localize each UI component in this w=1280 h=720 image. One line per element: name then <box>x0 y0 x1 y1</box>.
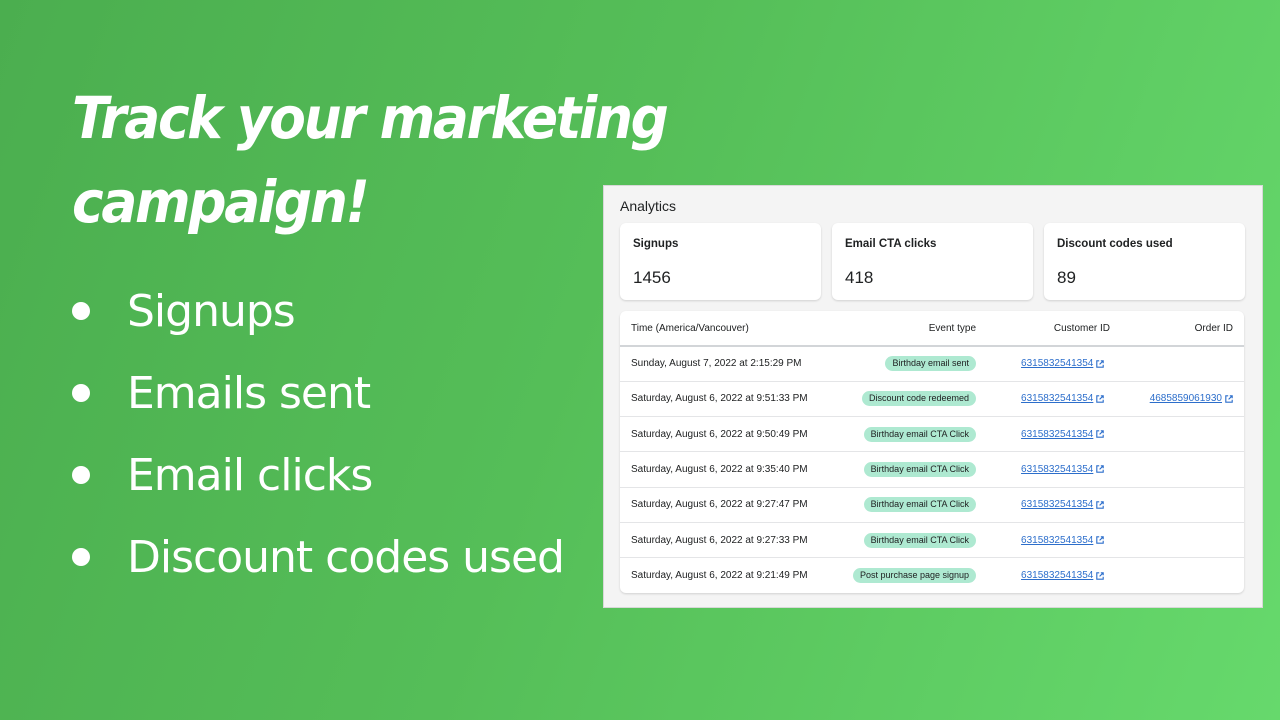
stat-label: Email CTA clicks <box>845 238 937 250</box>
headline-line-1: Track your marketing <box>72 84 669 152</box>
event-time: Saturday, August 6, 2022 at 9:50:49 PM <box>631 428 808 440</box>
feature-item: Discount codes used <box>72 516 565 598</box>
external-link-icon[interactable] <box>1096 571 1105 580</box>
stat-card-email-cta-clicks: Email CTA clicks 418 <box>832 223 1033 300</box>
table-row: Saturday, August 6, 2022 at 9:27:33 PM B… <box>620 522 1244 558</box>
table-row: Saturday, August 6, 2022 at 9:51:33 PM D… <box>620 381 1244 417</box>
table-row: Saturday, August 6, 2022 at 9:21:49 PM P… <box>620 558 1244 593</box>
header-order-id[interactable]: Order ID <box>1122 311 1244 346</box>
customer-id-link[interactable]: 6315832541354 <box>1021 393 1093 404</box>
feature-list: Signups Emails sent Email clicks Discoun… <box>72 270 565 598</box>
events-table: Time (America/Vancouver) Event type Cust… <box>620 311 1244 593</box>
event-time: Saturday, August 6, 2022 at 9:21:49 PM <box>631 570 808 582</box>
feature-item: Signups <box>72 270 564 352</box>
event-type-badge: Discount code redeemed <box>861 391 977 407</box>
customer-id-link[interactable]: 6315832541354 <box>1021 429 1093 440</box>
analytics-panel: Analytics Signups 1456 Email CTA clicks … <box>603 185 1263 608</box>
table-row: Sunday, August 7, 2022 at 2:15:29 PM Bir… <box>620 346 1244 382</box>
stat-value: 418 <box>845 268 874 287</box>
external-link-icon[interactable] <box>1096 359 1105 368</box>
stat-value: 1456 <box>633 268 671 287</box>
header-time[interactable]: Time (America/Vancouver) <box>620 311 842 346</box>
event-time: Saturday, August 6, 2022 at 9:51:33 PM <box>631 393 808 405</box>
event-type-badge: Birthday email sent <box>885 356 977 372</box>
headline: Track your marketing campaign! <box>72 76 669 244</box>
event-time: Saturday, August 6, 2022 at 9:27:33 PM <box>631 534 808 546</box>
table-row: Saturday, August 6, 2022 at 9:50:49 PM B… <box>620 417 1244 452</box>
bullet-icon <box>72 466 90 484</box>
stat-label: Signups <box>633 238 679 250</box>
external-link-icon[interactable] <box>1096 536 1105 544</box>
customer-id-link[interactable]: 6315832541354 <box>1021 358 1093 369</box>
customer-id-link[interactable]: 6315832541354 <box>1021 535 1093 546</box>
event-time: Saturday, August 6, 2022 at 9:27:47 PM <box>631 499 808 511</box>
table-row: Saturday, August 6, 2022 at 9:35:40 PM B… <box>620 452 1244 488</box>
bullet-icon <box>72 548 90 566</box>
stat-label: Discount codes used <box>1057 238 1173 250</box>
event-type-badge: Post purchase page signup <box>852 568 977 584</box>
external-link-icon[interactable] <box>1096 395 1105 403</box>
analytics-title: Analytics <box>620 198 677 214</box>
order-id-link[interactable]: 4685859061930 <box>1150 393 1222 404</box>
customer-id-link[interactable]: 6315832541354 <box>1021 464 1093 475</box>
stat-value: 89 <box>1057 268 1076 287</box>
event-type-badge: Birthday email CTA Click <box>863 497 977 513</box>
event-type-badge: Birthday email CTA Click <box>863 532 977 548</box>
feature-item: Emails sent <box>72 352 564 434</box>
bullet-icon <box>72 302 90 320</box>
event-type-badge: Birthday email CTA Click <box>863 462 977 478</box>
stat-card-discount-codes: Discount codes used 89 <box>1044 223 1245 300</box>
external-link-icon[interactable] <box>1096 430 1105 438</box>
events-table-card: Time (America/Vancouver) Event type Cust… <box>620 311 1244 593</box>
feature-item: Email clicks <box>72 434 564 516</box>
table-row: Saturday, August 6, 2022 at 9:27:47 PM B… <box>620 487 1244 523</box>
event-time: Sunday, August 7, 2022 at 2:15:29 PM <box>631 358 802 370</box>
table-header-row: Time (America/Vancouver) Event type Cust… <box>620 311 1244 346</box>
event-time: Saturday, August 6, 2022 at 9:35:40 PM <box>631 464 808 476</box>
stat-cards: Signups 1456 Email CTA clicks 418 Discou… <box>620 223 1245 300</box>
external-link-icon[interactable] <box>1225 395 1233 403</box>
customer-id-link[interactable]: 6315832541354 <box>1021 499 1093 510</box>
header-customer-id[interactable]: Customer ID <box>987 311 1122 346</box>
stat-card-signups: Signups 1456 <box>620 223 821 300</box>
customer-id-link[interactable]: 6315832541354 <box>1021 570 1093 581</box>
bullet-icon <box>72 384 90 402</box>
external-link-icon[interactable] <box>1096 465 1105 474</box>
event-type-badge: Birthday email CTA Click <box>863 426 977 442</box>
external-link-icon[interactable] <box>1096 500 1105 509</box>
header-event-type[interactable]: Event type <box>842 311 987 346</box>
headline-line-2: campaign! <box>72 168 370 236</box>
